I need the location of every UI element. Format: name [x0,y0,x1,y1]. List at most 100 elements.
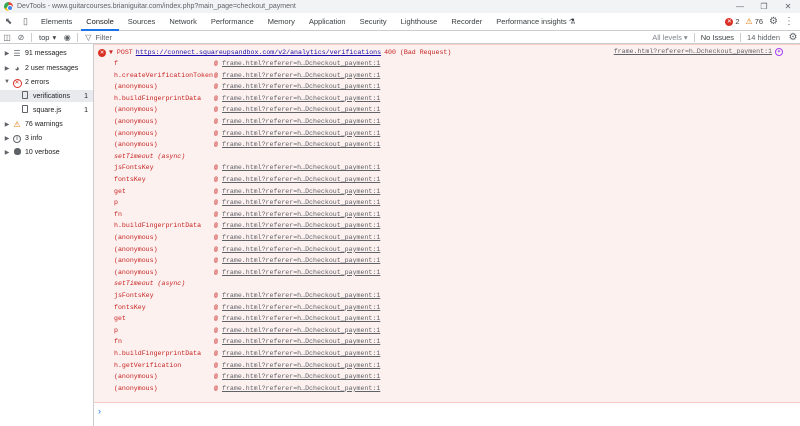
error-header[interactable]: ✕ ▼ POST https://connect.squareupsandbox… [98,48,451,57]
stack-frame-link[interactable]: frame.html?referer=h…Dcheckout_payment:1 [222,188,380,195]
minimize-button[interactable]: — [728,0,752,13]
expand-arrow-icon[interactable]: ▶ [3,50,11,57]
stack-frame-link[interactable]: frame.html?referer=h…Dcheckout_payment:1 [222,106,380,113]
stack-frame-function: setTimeout (async) [114,152,186,160]
sidebar-item-errors[interactable]: ▼ ✕ 2 errors [0,76,93,88]
sidebar-item-messages[interactable]: ▶ ☰ 91 messages [0,47,93,59]
inspect-element-icon[interactable]: ⬉ [0,13,17,30]
flask-icon: ⚗ [568,17,576,26]
expand-arrow-icon[interactable]: ▶ [3,65,11,72]
error-circle-icon: ✕ [98,48,106,57]
stack-frame-function: jsFontsKey [114,292,154,299]
stack-frame-link[interactable]: frame.html?referer=h…Dcheckout_payment:1 [222,72,380,79]
stack-frame-link[interactable]: frame.html?referer=h…Dcheckout_payment:1 [222,222,380,229]
stack-frame-link[interactable]: frame.html?referer=h…Dcheckout_payment:1 [222,350,380,357]
stack-frame-link[interactable]: frame.html?referer=h…Dcheckout_payment:1 [222,211,380,218]
stack-frame-link[interactable]: frame.html?referer=h…Dcheckout_payment:1 [222,373,380,380]
collapse-arrow-icon[interactable]: ▼ [3,79,11,85]
log-levels-dropdown[interactable]: All levels ▾ [646,33,693,42]
request-url-link[interactable]: https://connect.squareupsandbox.com/v2/a… [136,49,381,56]
stack-frame: (anonymous) @ frame.html?referer=h…Dchecko… [114,232,380,243]
warning-count-badge[interactable]: ⚠ 76 [746,17,764,26]
close-window-button[interactable]: ✕ [776,0,800,13]
tab-application[interactable]: Application [302,13,353,30]
stack-frame: setTimeout (async) [114,151,214,162]
stack-frame-function: f [114,60,118,67]
tab-sources[interactable]: Sources [121,13,163,30]
tab-performance[interactable]: Performance [204,13,261,30]
stack-frame-link[interactable]: frame.html?referer=h…Dcheckout_payment:1 [222,362,380,369]
error-count: 2 [735,17,740,26]
sidebar-item-verifications[interactable]: verifications 1 [0,90,93,102]
filter-input[interactable]: ▽ Filter [85,33,646,42]
stack-frame-link[interactable]: frame.html?referer=h…Dcheckout_payment:1 [222,257,380,264]
stack-frame-link[interactable]: frame.html?referer=h…Dcheckout_payment:1 [222,304,380,311]
tab-memory[interactable]: Memory [261,13,302,30]
toolbar-divider [31,32,32,42]
file-icon [22,105,28,113]
tab-network[interactable]: Network [162,13,204,30]
stack-frame-link[interactable]: frame.html?referer=h…Dcheckout_payment:1 [222,327,380,334]
console-output: ✕ ▼ POST https://connect.squareupsandbox… [94,44,800,426]
stack-frame: h.buildFingerprintData @ frame.html?refere… [114,348,380,359]
tab-recorder[interactable]: Recorder [444,13,489,30]
window-title: DevTools - www.guitarcourses.brianiguita… [17,3,296,10]
stack-frame-link[interactable]: frame.html?referer=h…Dcheckout_payment:1 [222,141,380,148]
stack-frame-link[interactable]: frame.html?referer=h…Dcheckout_payment:1 [222,83,380,90]
error-count-badge[interactable]: ✕ 2 [725,17,740,26]
sidebar-item-user-messages[interactable]: ▶ ◕ 2 user messages [0,62,93,74]
stack-frame-link[interactable]: frame.html?referer=h…Dcheckout_payment:1 [222,95,380,102]
expand-arrow-icon[interactable]: ▶ [3,135,11,142]
expand-arrow-icon[interactable]: ▶ [3,121,11,128]
stack-frame-link[interactable]: frame.html?referer=h…Dcheckout_payment:1 [222,292,380,299]
stack-frame-link[interactable]: frame.html?referer=h…Dcheckout_payment:1 [222,246,380,253]
stack-frame-link[interactable]: frame.html?referer=h…Dcheckout_payment:1 [222,338,380,345]
tab-security[interactable]: Security [353,13,394,30]
more-options-icon[interactable]: ⋮ [784,16,794,27]
issues-button[interactable]: No Issues [693,32,742,42]
stack-frame-link[interactable]: frame.html?referer=h…Dcheckout_payment:1 [222,176,380,183]
console-sidebar: ▶ ☰ 91 messages ▶ ◕ 2 user messages ▼ ✕ … [0,44,94,426]
stack-frame-link[interactable]: frame.html?referer=h…Dcheckout_payment:1 [222,315,380,322]
sidebar-item-info[interactable]: ▶ i 3 info [0,132,93,144]
context-selector[interactable]: top ▾ [35,33,60,42]
stack-frame-function: p [114,326,118,334]
console-settings-gear-icon[interactable]: ⚙ [786,32,800,43]
stack-frame-link[interactable]: frame.html?referer=h…Dcheckout_payment:1 [222,385,380,392]
stack-frame-link[interactable]: frame.html?referer=h…Dcheckout_payment:1 [222,118,380,125]
clear-console-icon[interactable]: ⊘ [14,33,28,42]
stack-frame: p @ frame.html?referer=h…Dcheckout_payment… [114,325,380,336]
sidebar-toggle-icon[interactable]: ◫ [0,33,14,42]
stack-frame-link[interactable]: frame.html?referer=h…Dcheckout_payment:1 [222,164,380,171]
device-toolbar-icon[interactable]: ▯ [17,13,34,30]
live-expression-eye-icon[interactable]: ◉ [60,33,74,42]
stack-frame: (anonymous) @ frame.html?referer=h…Dchecko… [114,116,380,127]
sidebar-item-verbose[interactable]: ▶ 10 verbose [0,146,93,158]
stack-frame: (anonymous) @ frame.html?referer=h…Dchecko… [114,383,380,394]
stack-frame: (anonymous) @ frame.html?referer=h…Dchecko… [114,267,380,278]
settings-gear-icon[interactable]: ⚙ [769,16,778,27]
stack-frame: get @ frame.html?referer=h…Dcheckout_payme… [114,313,380,324]
expand-arrow-icon[interactable]: ▶ [3,149,11,156]
ai-explain-icon[interactable]: ✦ [775,48,783,56]
tab-elements[interactable]: Elements [34,13,79,30]
error-source-link[interactable]: frame.html?referer=h…Dcheckout_payment:1 [614,48,772,55]
stack-frame-link[interactable]: frame.html?referer=h…Dcheckout_payment:1 [222,60,380,67]
tab-console[interactable]: Console [79,13,121,31]
tab-performance-insights[interactable]: Performance insights ⚗ [489,13,582,30]
stack-frame-at: @ [214,245,218,253]
stack-frame: f @ frame.html?referer=h…Dcheckout_payment… [114,58,380,69]
stack-frame: (anonymous) @ frame.html?referer=h…Dchecko… [114,81,380,92]
maximize-button[interactable]: ❐ [752,0,776,13]
stack-frame-link[interactable]: frame.html?referer=h…Dcheckout_payment:1 [222,130,380,137]
stack-frame-at: @ [214,210,218,218]
sidebar-item-square-js[interactable]: square.js 1 [0,104,93,116]
tab-lighthouse[interactable]: Lighthouse [394,13,445,30]
console-prompt[interactable]: › [98,406,101,416]
stack-frame-link[interactable]: frame.html?referer=h…Dcheckout_payment:1 [222,199,380,206]
stack-frame-link[interactable]: frame.html?referer=h…Dcheckout_payment:1 [222,269,380,276]
stack-frame-link[interactable]: frame.html?referer=h…Dcheckout_payment:1 [222,234,380,241]
stack-frame-function: (anonymous) [114,384,158,392]
sidebar-item-warnings[interactable]: ▶ ⚠ 76 warnings [0,118,93,130]
sidebar-item-label: 2 user messages [25,64,79,72]
